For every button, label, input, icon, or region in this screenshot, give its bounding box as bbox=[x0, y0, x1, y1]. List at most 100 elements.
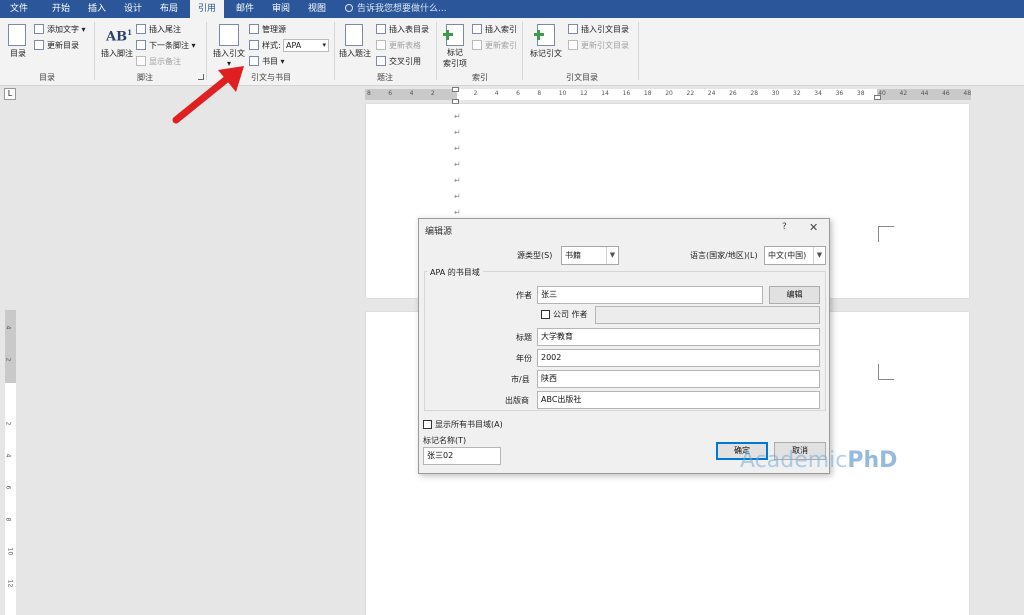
red-arrow-annotation bbox=[172, 66, 244, 124]
author-field[interactable]: 张三 bbox=[537, 286, 763, 304]
toc-button[interactable]: 目录 bbox=[4, 48, 32, 59]
insert-index-button[interactable]: 插入索引 bbox=[472, 24, 517, 35]
ruler-tick-label: 12 bbox=[580, 90, 588, 97]
paragraph-mark-icon: ↵ bbox=[454, 192, 461, 201]
tab-mailings[interactable]: 邮件 bbox=[230, 0, 260, 18]
citation-style-select[interactable]: APA ▾ bbox=[283, 39, 329, 52]
tab-file[interactable]: 文件 bbox=[2, 0, 36, 18]
ruler-tick-label: 4 bbox=[409, 90, 414, 97]
tab-view[interactable]: 视图 bbox=[302, 0, 332, 18]
ruler-tick-label: 8 bbox=[537, 90, 542, 97]
update-toc-button[interactable]: 更新目录 bbox=[34, 40, 79, 51]
insert-endnote-button[interactable]: 插入尾注 bbox=[136, 24, 181, 35]
right-indent-marker[interactable] bbox=[874, 95, 881, 100]
ruler-tick-label: 48 bbox=[963, 90, 972, 97]
language-label: 语言(国家/地区)(L) bbox=[690, 251, 758, 260]
language-select[interactable]: 中文(中国) ▼ bbox=[764, 246, 826, 265]
ruler-tick-label: 4 bbox=[494, 90, 499, 97]
vruler-tick-label: 2 bbox=[4, 421, 12, 426]
group-label-index: 索引 bbox=[472, 73, 488, 82]
tag-name-label: 标记名称(T) bbox=[423, 436, 467, 445]
insert-footnote-button[interactable]: 插入脚注 bbox=[99, 48, 135, 59]
style-label-text: 样式: bbox=[262, 41, 281, 50]
group-label-toa: 引文目录 bbox=[566, 73, 598, 82]
ruler-tick-label: 28 bbox=[750, 90, 759, 97]
mark-citation-icon bbox=[534, 24, 555, 46]
title-field[interactable]: 大学教育 bbox=[537, 328, 820, 346]
update-toa-label: 更新引文目录 bbox=[581, 41, 629, 50]
cross-reference-button[interactable]: 交叉引用 bbox=[376, 56, 421, 67]
tab-stop-selector[interactable]: L bbox=[4, 88, 16, 100]
tell-me-box[interactable]: 告诉我您想要做什么... bbox=[345, 0, 447, 18]
tell-me-text: 告诉我您想要做什么... bbox=[357, 4, 447, 14]
insert-toa-button[interactable]: 插入引文目录 bbox=[568, 24, 629, 35]
ruler-tick-label: 32 bbox=[793, 90, 801, 97]
year-field[interactable]: 2002 bbox=[537, 349, 820, 367]
mark-entry-button[interactable]: 标记 索引项 bbox=[440, 47, 470, 69]
update-toc-icon bbox=[34, 40, 44, 50]
add-text-button[interactable]: 添加文字 ▾ bbox=[34, 24, 86, 35]
tab-home[interactable]: 开始 bbox=[44, 0, 78, 18]
insert-caption-icon bbox=[345, 24, 363, 46]
show-all-fields-checkbox[interactable] bbox=[423, 420, 432, 429]
endnote-icon bbox=[136, 24, 146, 34]
next-footnote-label: 下一条脚注 ▾ bbox=[149, 41, 196, 50]
update-toa-icon bbox=[568, 40, 578, 50]
paragraph-mark-icon: ↵ bbox=[454, 144, 461, 153]
tag-name-field[interactable]: 张三02 bbox=[423, 447, 501, 465]
insert-toa-label: 插入引文目录 bbox=[581, 25, 629, 34]
tab-layout[interactable]: 布局 bbox=[154, 0, 184, 18]
update-index-button[interactable]: 更新索引 bbox=[472, 40, 517, 51]
vertical-ruler-margin bbox=[5, 310, 16, 383]
ruler-tick-label: 24 bbox=[707, 90, 716, 97]
insert-table-of-figures-button[interactable]: 插入表目录 bbox=[376, 24, 429, 35]
source-type-value: 书籍 bbox=[565, 251, 581, 260]
bibliography-button[interactable]: 书目 ▾ bbox=[249, 56, 285, 67]
tab-references[interactable]: 引用 bbox=[190, 0, 224, 18]
corporate-author-field[interactable] bbox=[595, 306, 820, 324]
ruler-tick-label: 10 bbox=[558, 90, 567, 97]
insert-index-label: 插入索引 bbox=[485, 25, 517, 34]
ruler-tick-label: 2 bbox=[430, 90, 435, 97]
tab-review[interactable]: 审阅 bbox=[266, 0, 296, 18]
mark-citation-button[interactable]: 标记引文 bbox=[526, 48, 566, 59]
vruler-tick-label: 10 bbox=[6, 547, 14, 556]
dialog-title: 编辑源 bbox=[425, 227, 453, 237]
update-toa-button[interactable]: 更新引文目录 bbox=[568, 40, 629, 51]
author-label: 作者 bbox=[516, 291, 532, 300]
ruler-tick-label: 30 bbox=[771, 90, 780, 97]
insert-citation-icon bbox=[219, 24, 239, 46]
close-icon[interactable]: ✕ bbox=[809, 221, 818, 234]
publisher-field[interactable]: ABC出版社 bbox=[537, 391, 820, 409]
group-divider bbox=[334, 22, 335, 80]
update-index-label: 更新索引 bbox=[485, 41, 517, 50]
ruler-tick-label: 34 bbox=[814, 90, 822, 97]
update-table-button[interactable]: 更新表格 bbox=[376, 40, 421, 51]
tab-insert[interactable]: 插入 bbox=[82, 0, 112, 18]
edit-author-button[interactable]: 编辑 bbox=[769, 286, 820, 304]
ruler-tick-label: 20 bbox=[665, 90, 673, 97]
corporate-author-checkbox[interactable] bbox=[541, 310, 550, 319]
style-label: 样式: bbox=[249, 40, 281, 51]
vertical-ruler[interactable]: 4 2 2 4 6 8 10 12 bbox=[4, 310, 16, 615]
source-type-select[interactable]: 书籍 ▼ bbox=[561, 246, 619, 265]
first-line-indent-marker[interactable] bbox=[452, 87, 459, 92]
show-notes-icon bbox=[136, 56, 146, 66]
help-icon[interactable]: ? bbox=[782, 222, 787, 232]
next-footnote-button[interactable]: 下一条脚注 ▾ bbox=[136, 40, 196, 51]
show-all-fields-label: 显示所有书目域(A) bbox=[435, 420, 503, 429]
crop-mark bbox=[878, 226, 894, 242]
city-field[interactable]: 陕西 bbox=[537, 370, 820, 388]
bibliography-label: 书目 ▾ bbox=[262, 57, 285, 66]
insert-caption-button[interactable]: 插入题注 bbox=[336, 48, 374, 59]
manage-sources-button[interactable]: 管理源 bbox=[249, 24, 286, 35]
add-text-icon bbox=[34, 24, 44, 34]
insert-index-icon bbox=[472, 24, 482, 34]
ruler-tick-label: 6 bbox=[388, 90, 393, 97]
ruler-tick-label: 38 bbox=[856, 90, 865, 97]
watermark-text-a: Academic bbox=[740, 448, 848, 473]
group-divider bbox=[436, 22, 437, 80]
style-icon bbox=[249, 40, 259, 50]
tab-design[interactable]: 设计 bbox=[118, 0, 148, 18]
cross-reference-label: 交叉引用 bbox=[389, 57, 421, 66]
